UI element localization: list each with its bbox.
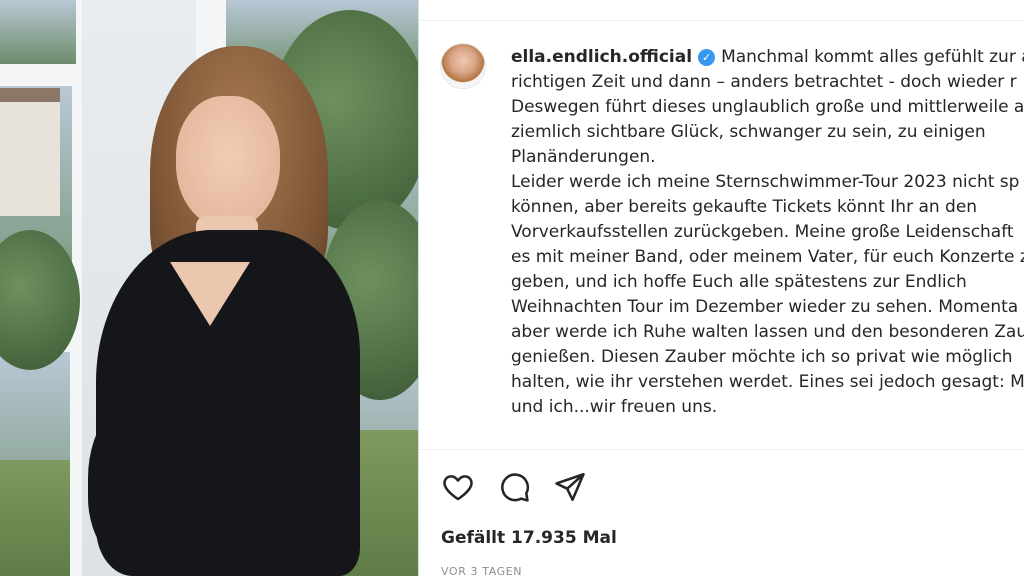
post-actions — [441, 470, 587, 504]
caption-line: richtigen Zeit und dann – anders betrach… — [511, 72, 1017, 92]
person-face — [176, 96, 280, 228]
caption-line: ziemlich sichtbare Glück, schwanger zu s… — [511, 122, 986, 142]
caption-line: können, aber bereits gekaufte Tickets kö… — [511, 197, 978, 217]
background-house — [0, 96, 60, 216]
caption-line: halten, wie ihr verstehen werdet. Eines … — [511, 372, 1024, 392]
post-caption: ella.endlich.official ✓ Manchmal kommt all… — [511, 45, 1024, 420]
caption-line: aber werde ich Ruhe walten lassen und de… — [511, 322, 1024, 342]
background-roof — [0, 88, 60, 102]
caption-line: es mit meiner Band, oder meinem Vater, f… — [511, 247, 1024, 267]
likes-count[interactable]: Gefällt 17.935 Mal — [441, 528, 617, 548]
caption-first-line: ella.endlich.official ✓ Manchmal kommt all… — [511, 45, 1024, 70]
post-timestamp[interactable]: VOR 3 TAGEN — [441, 565, 522, 578]
caption-line: Weihnachten Tour im Dezember wieder zu s… — [511, 297, 1019, 317]
comment-icon[interactable] — [497, 470, 531, 504]
person-belly — [88, 380, 246, 576]
pane-divider — [418, 0, 419, 576]
caption-line: Manchmal kommt alles gefühlt zur ab — [721, 47, 1024, 67]
background-lawn-left — [0, 460, 70, 576]
caption-line: Planänderungen. — [511, 147, 656, 167]
caption-line: Vorverkaufsstellen zurückgeben. Meine gr… — [511, 222, 1014, 242]
caption-line: genießen. Diesen Zauber möchte ich so pr… — [511, 347, 1013, 367]
heart-icon[interactable] — [441, 470, 475, 504]
actions-divider — [419, 449, 1024, 450]
share-icon[interactable] — [553, 470, 587, 504]
window-pane-left-top — [0, 0, 76, 64]
post-header-strip — [419, 0, 1024, 21]
caption-line: geben, und ich hoffe Euch alle spätesten… — [511, 272, 967, 292]
caption-line: Deswegen führt dieses unglaublich große … — [511, 97, 1024, 117]
username-link[interactable]: ella.endlich.official — [511, 47, 692, 67]
caption-line: Leider werde ich meine Sternschwimmer-To… — [511, 172, 1020, 192]
caption-line: und ich...wir freuen uns. — [511, 397, 718, 417]
post-image[interactable] — [0, 0, 418, 576]
avatar[interactable] — [441, 44, 485, 88]
verified-badge-icon: ✓ — [698, 49, 716, 66]
